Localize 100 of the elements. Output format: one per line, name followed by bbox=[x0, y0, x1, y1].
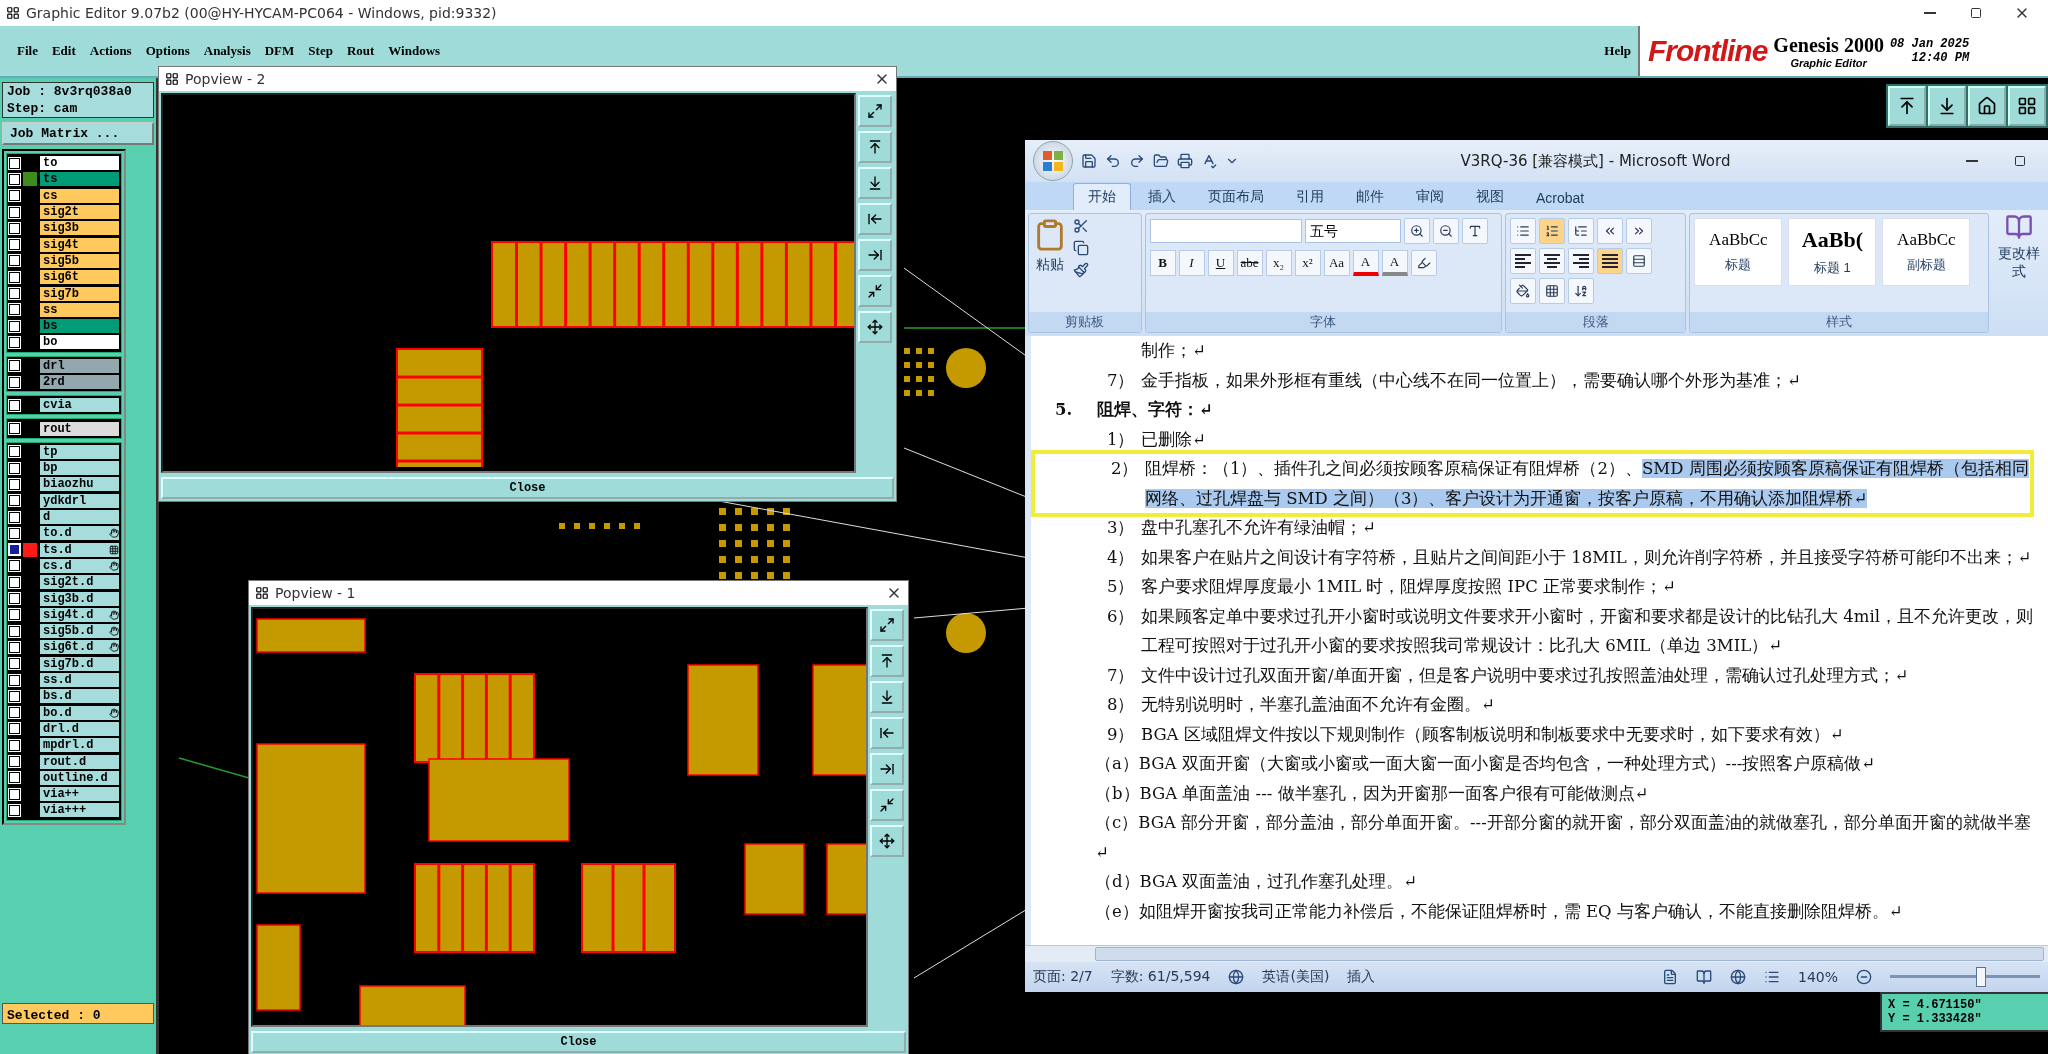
layer-item[interactable]: sig7b bbox=[40, 286, 119, 301]
ribbon-tab[interactable]: 页面布局 bbox=[1193, 183, 1279, 210]
expand-icon[interactable] bbox=[870, 609, 904, 641]
web-view-icon[interactable] bbox=[1729, 969, 1746, 985]
layer-checkbox[interactable] bbox=[9, 376, 20, 388]
ribbon-tab[interactable]: 开始 bbox=[1073, 183, 1131, 210]
format-button[interactable]: x² bbox=[1294, 250, 1321, 276]
layer-item[interactable]: mpdrl.d bbox=[40, 738, 119, 753]
format-button[interactable]: B bbox=[1149, 250, 1176, 276]
layer-item[interactable]: bs.d bbox=[40, 689, 119, 704]
layer-checkbox[interactable] bbox=[9, 723, 20, 735]
arrow-up-icon[interactable] bbox=[870, 645, 904, 677]
arrow-right-icon[interactable] bbox=[870, 753, 904, 785]
layer-item[interactable]: cs bbox=[40, 188, 119, 203]
layer-item[interactable]: sig4t bbox=[40, 237, 119, 252]
layer-item[interactable]: sig5b bbox=[40, 253, 119, 268]
layer-item[interactable]: rout bbox=[40, 421, 119, 436]
format-button[interactable]: abe bbox=[1236, 250, 1263, 276]
layer-item[interactable]: ss bbox=[40, 302, 119, 317]
layer-checkbox[interactable] bbox=[9, 707, 20, 719]
change-styles-button[interactable]: 更改样式 bbox=[1992, 213, 2045, 333]
layer-checkbox[interactable] bbox=[9, 576, 20, 588]
layer-checkbox[interactable] bbox=[9, 495, 20, 507]
font-name-field[interactable] bbox=[1149, 219, 1302, 243]
outline-view-icon[interactable] bbox=[1763, 969, 1780, 985]
align-center-icon[interactable] bbox=[1542, 253, 1561, 269]
align-right-icon[interactable] bbox=[1571, 253, 1590, 269]
indent-decrease-icon[interactable] bbox=[1596, 218, 1623, 244]
folder-icon[interactable] bbox=[1153, 153, 1169, 169]
undo-icon[interactable] bbox=[1105, 153, 1121, 169]
layer-checkbox[interactable] bbox=[9, 772, 20, 784]
menu-item[interactable]: Options bbox=[138, 39, 197, 63]
layer-checkbox[interactable] bbox=[9, 222, 20, 234]
spellcheck-icon[interactable] bbox=[1201, 153, 1217, 169]
layer-checkbox[interactable] bbox=[9, 446, 20, 458]
paint-bucket-icon[interactable] bbox=[1509, 278, 1536, 304]
slider-thumb[interactable] bbox=[1976, 967, 1986, 987]
menu-item[interactable]: Analysis bbox=[196, 39, 258, 63]
paintbrush-icon[interactable] bbox=[1073, 262, 1089, 278]
layer-checkbox[interactable] bbox=[9, 674, 20, 686]
layer-item[interactable]: sig2t bbox=[40, 205, 119, 220]
menu-item[interactable]: Help bbox=[1597, 39, 1638, 63]
layer-item[interactable]: sig3b.d bbox=[40, 591, 119, 606]
layer-item[interactable]: to bbox=[40, 156, 119, 171]
shrink-icon[interactable] bbox=[858, 275, 892, 307]
layer-item[interactable]: sig6t.d bbox=[40, 640, 119, 655]
layer-checkbox[interactable] bbox=[9, 658, 20, 670]
layer-checkbox[interactable] bbox=[9, 560, 20, 572]
multilevel-list-icon[interactable] bbox=[1567, 218, 1594, 244]
ribbon-tab[interactable]: Acrobat bbox=[1521, 185, 1600, 210]
layer-checkbox[interactable] bbox=[9, 739, 20, 751]
move-icon[interactable] bbox=[858, 311, 892, 343]
layer-checkbox[interactable] bbox=[9, 255, 20, 267]
shrink-icon[interactable] bbox=[870, 789, 904, 821]
format-button[interactable]: A bbox=[1381, 250, 1408, 276]
arrow-up-icon[interactable] bbox=[858, 131, 892, 163]
justify-icon[interactable] bbox=[1600, 253, 1619, 269]
menu-item[interactable]: File bbox=[10, 39, 45, 63]
reading-view-icon[interactable] bbox=[1695, 969, 1712, 985]
shrink-font-icon[interactable] bbox=[1432, 218, 1459, 244]
format-button[interactable]: Aa bbox=[1323, 250, 1350, 276]
layer-item[interactable]: sig3b bbox=[40, 221, 119, 236]
layer-checkbox[interactable] bbox=[9, 462, 20, 474]
menu-item[interactable]: Rout bbox=[339, 39, 382, 63]
menu-item[interactable]: DFM bbox=[257, 39, 302, 63]
align-left-icon[interactable] bbox=[1513, 253, 1532, 269]
menu-item[interactable]: Edit bbox=[44, 39, 83, 63]
layer-item[interactable]: ydkdrl bbox=[40, 493, 119, 508]
menu-item[interactable]: Actions bbox=[82, 39, 139, 63]
move-icon[interactable] bbox=[870, 825, 904, 857]
layer-checkbox[interactable] bbox=[9, 641, 20, 653]
style-preset[interactable]: AaBbCc 标题 bbox=[1694, 218, 1783, 286]
arrow-up-icon[interactable] bbox=[1888, 86, 1926, 126]
layer-checkbox[interactable] bbox=[9, 625, 20, 637]
format-button[interactable]: I bbox=[1178, 250, 1205, 276]
layer-item[interactable]: drl.d bbox=[40, 721, 119, 736]
layer-checkbox[interactable] bbox=[9, 527, 20, 539]
layer-item[interactable]: outline.d bbox=[40, 770, 119, 785]
layer-checkbox[interactable] bbox=[9, 399, 20, 411]
grid-icon[interactable] bbox=[2008, 86, 2046, 126]
layer-item[interactable]: bo.d bbox=[40, 705, 119, 720]
layer-item[interactable]: rout.d bbox=[40, 754, 119, 769]
close-button[interactable]: Close bbox=[161, 477, 894, 499]
layer-item[interactable]: sig7b.d bbox=[40, 656, 119, 671]
layer-checkbox[interactable] bbox=[9, 609, 20, 621]
proofing-icon[interactable] bbox=[1228, 969, 1245, 985]
ribbon-tab[interactable]: 审阅 bbox=[1401, 183, 1459, 210]
format-button[interactable]: U bbox=[1207, 250, 1234, 276]
printer-icon[interactable] bbox=[1177, 153, 1193, 169]
layer-checkbox[interactable] bbox=[9, 288, 20, 299]
zoom-out-icon[interactable] bbox=[1856, 969, 1872, 985]
menu-item[interactable]: Step bbox=[301, 39, 340, 63]
arrow-down-icon[interactable] bbox=[1928, 86, 1966, 126]
paste-button[interactable]: 粘贴 bbox=[1033, 218, 1067, 274]
style-preset[interactable]: AaBb( 标题 1 bbox=[1788, 218, 1877, 286]
layer-item[interactable]: ts.d bbox=[40, 542, 119, 557]
layer-item[interactable]: cs.d bbox=[40, 558, 119, 573]
layer-item[interactable]: to.d bbox=[40, 526, 119, 541]
layer-item[interactable]: via++ bbox=[40, 787, 119, 802]
ribbon-tab[interactable]: 引用 bbox=[1281, 183, 1339, 210]
